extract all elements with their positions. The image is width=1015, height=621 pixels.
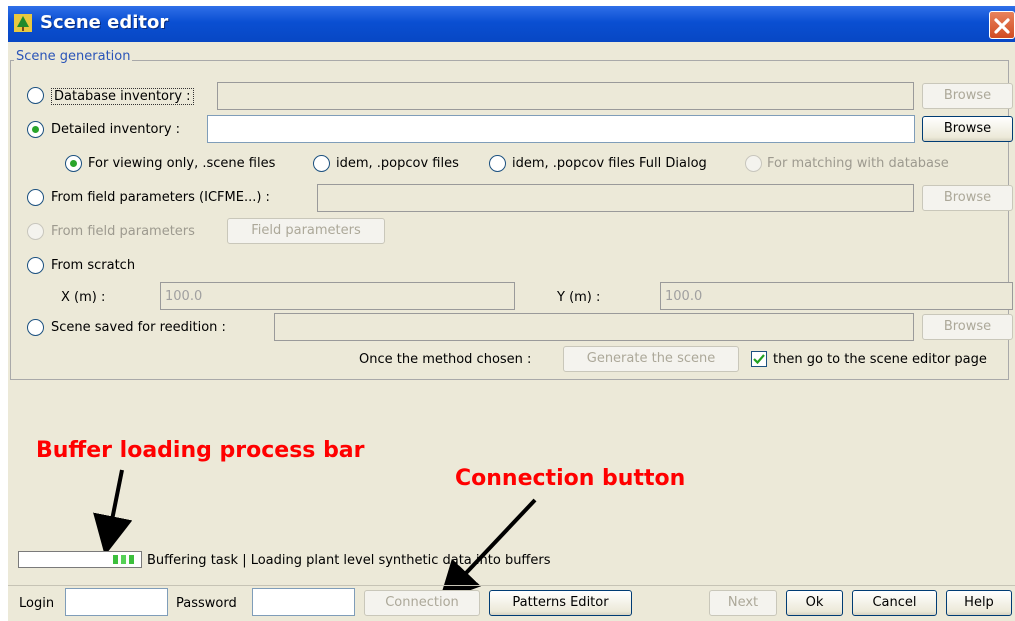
help-button[interactable]: Help	[946, 590, 1012, 616]
buffer-progress-bar	[18, 551, 142, 568]
buffer-status-text: Buffering task | Loading plant level syn…	[147, 553, 551, 568]
buffer-arrow	[93, 469, 133, 556]
login-label: Login	[19, 596, 55, 611]
password-input[interactable]	[252, 588, 355, 616]
cancel-button[interactable]: Cancel	[852, 590, 937, 616]
annotation-arrows	[93, 469, 537, 602]
footer-divider	[8, 585, 1015, 586]
connection-arrow	[439, 498, 537, 602]
password-label: Password	[176, 596, 237, 611]
login-input[interactable]	[65, 588, 168, 616]
patterns-editor-button[interactable]: Patterns Editor	[489, 590, 632, 616]
next-button[interactable]: Next	[709, 590, 777, 616]
connection-button[interactable]: Connection	[364, 590, 480, 616]
ok-button[interactable]: Ok	[786, 590, 843, 616]
